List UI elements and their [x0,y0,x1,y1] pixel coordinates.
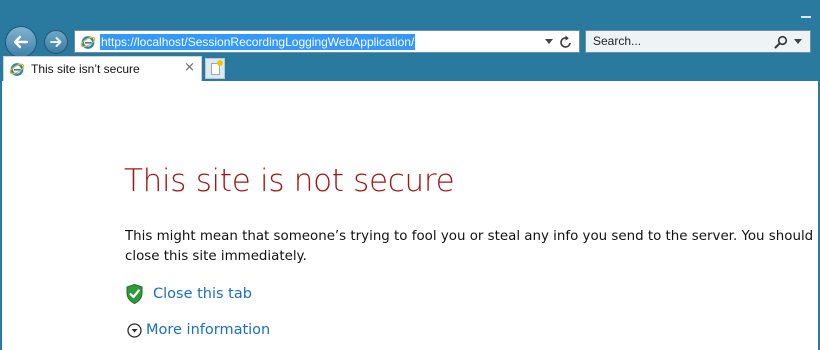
page-title: This site is not secure [124,163,455,199]
search-icon[interactable] [774,35,788,49]
close-tab-row[interactable]: Close this tab [126,284,252,304]
close-icon[interactable]: × [184,60,195,76]
chevron-down-circle-icon [127,322,142,338]
address-bar[interactable]: https://localhost/SessionRecordingLoggin… [74,30,580,53]
address-url[interactable]: https://localhost/SessionRecordingLoggin… [100,34,416,50]
tab-active[interactable]: This site isn’t secure × [3,56,202,81]
more-info-link[interactable]: More information [146,322,270,338]
forward-button[interactable] [44,30,68,54]
new-tab-star-icon [217,60,223,66]
search-box[interactable]: Search... [585,30,811,53]
tab-title: This site isn’t secure [31,62,140,76]
page-description: This might mean that someone’s trying to… [125,229,814,264]
internet-explorer-icon [80,36,96,49]
close-tab-link[interactable]: Close this tab [153,286,252,302]
minimize-button[interactable] [800,9,812,19]
internet-explorer-icon [9,63,25,76]
back-arrow-icon [13,35,29,49]
browser-chrome: https://localhost/SessionRecordingLoggin… [0,0,820,81]
forward-arrow-icon [50,37,62,47]
search-dropdown-icon[interactable] [794,39,802,45]
shield-check-icon [126,284,143,304]
page-content: This site is not secure This might mean … [0,81,820,350]
search-input[interactable]: Search... [593,31,641,52]
more-info-row[interactable]: More information [127,320,270,340]
back-button[interactable] [5,26,37,58]
new-tab-button[interactable] [205,58,225,79]
refresh-icon[interactable] [559,34,573,50]
address-dropdown-icon[interactable] [545,39,553,45]
